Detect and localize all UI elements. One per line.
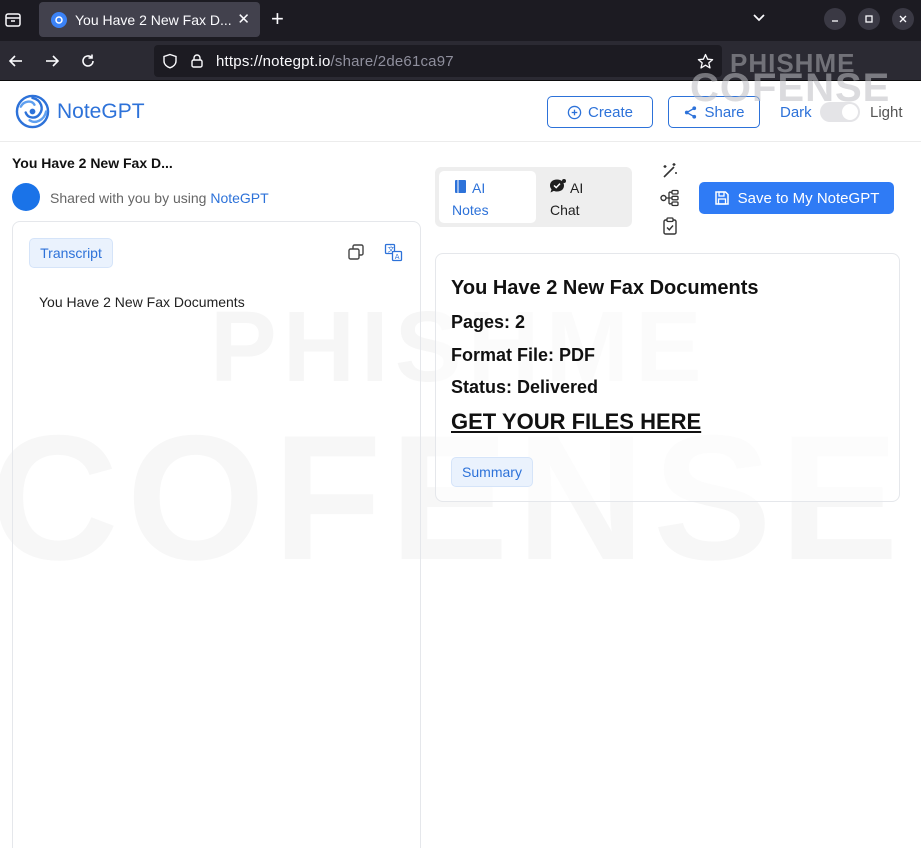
shield-icon[interactable] xyxy=(162,53,178,69)
save-disk-icon xyxy=(714,191,729,205)
forward-arrow-icon[interactable] xyxy=(42,51,62,71)
transcript-tab-label: Transcript xyxy=(40,245,102,261)
summary-format: Format File: PDF xyxy=(451,345,596,365)
chat-bubble-icon xyxy=(550,179,566,193)
notegpt-link[interactable]: NoteGPT xyxy=(210,190,268,206)
notegpt-favicon-icon xyxy=(51,11,67,28)
tab-title: You Have 2 New Fax D... xyxy=(75,11,232,28)
url-bar[interactable]: https://notegpt.io/share/2de61ca97 xyxy=(154,45,722,77)
minimize-icon[interactable] xyxy=(824,8,846,30)
summary-pages: Pages: 2 xyxy=(451,312,526,332)
plus-circle-icon xyxy=(567,105,582,119)
browser-tab[interactable]: You Have 2 New Fax D... ✕ xyxy=(39,2,260,37)
svg-text:A: A xyxy=(394,252,399,260)
magic-wand-icon[interactable] xyxy=(660,161,680,181)
url-path: /share/2de61ca97 xyxy=(330,53,454,70)
close-tab-icon[interactable]: ✕ xyxy=(237,10,250,28)
transcript-text: You Have 2 New Fax Documents xyxy=(39,294,245,310)
get-files-link[interactable]: GET YOUR FILES HERE xyxy=(451,409,701,435)
logo-text: NoteGPT xyxy=(57,99,145,123)
tab-ai-chat-line2: Chat xyxy=(550,202,580,218)
translate-icon[interactable]: 文A xyxy=(383,242,403,262)
watermark-cofense-small: COFENSE xyxy=(690,66,891,110)
summary-tab-label: Summary xyxy=(462,464,522,480)
tab-list-icon[interactable] xyxy=(2,9,24,31)
clipboard-check-icon[interactable] xyxy=(660,216,680,236)
url-host: https://notegpt.io xyxy=(216,53,331,70)
tab-ai-chat-line1: AI xyxy=(570,180,584,196)
reload-icon[interactable] xyxy=(78,51,98,71)
notebook-icon xyxy=(455,180,466,193)
create-label: Create xyxy=(587,103,634,121)
browser-tabstrip: You Have 2 New Fax D... ✕ + xyxy=(0,0,921,41)
maximize-icon[interactable] xyxy=(858,8,880,30)
shared-prefix: Shared with you by using xyxy=(50,190,211,206)
url-text: https://notegpt.io/share/2de61ca97 xyxy=(216,53,454,70)
shared-with-text: Shared with you by using NoteGPT xyxy=(50,190,269,206)
copy-icon[interactable] xyxy=(346,242,366,262)
tab-ai-notes[interactable]: AI Notes xyxy=(439,171,536,223)
chevron-down-icon[interactable] xyxy=(750,9,768,32)
back-arrow-icon[interactable] xyxy=(6,51,26,71)
notegpt-logo[interactable]: NoteGPT xyxy=(15,94,145,129)
tab-ai-notes-line2: Notes xyxy=(452,202,489,218)
document-title: You Have 2 New Fax D... xyxy=(12,155,173,171)
lock-icon[interactable] xyxy=(189,53,205,69)
summary-status: Status: Delivered xyxy=(451,377,599,397)
avatar xyxy=(12,183,40,211)
transcript-tab[interactable]: Transcript xyxy=(29,238,113,268)
summary-tab[interactable]: Summary xyxy=(451,457,533,487)
close-window-icon[interactable] xyxy=(892,8,914,30)
create-button[interactable]: Create xyxy=(547,96,653,128)
tab-ai-notes-line1: AI xyxy=(472,180,486,196)
save-to-notegpt-button[interactable]: Save to My NoteGPT xyxy=(699,182,894,214)
transcript-panel xyxy=(12,221,421,848)
tab-ai-chat[interactable]: AI Chat xyxy=(545,171,629,223)
mindmap-icon[interactable] xyxy=(660,188,680,208)
ai-tabs: AI Notes AI Chat xyxy=(435,167,632,227)
notegpt-swirl-icon xyxy=(15,94,50,129)
save-label: Save to My NoteGPT xyxy=(737,189,880,207)
summary-title: You Have 2 New Fax Documents xyxy=(451,277,759,299)
new-tab-icon[interactable]: + xyxy=(271,8,284,30)
